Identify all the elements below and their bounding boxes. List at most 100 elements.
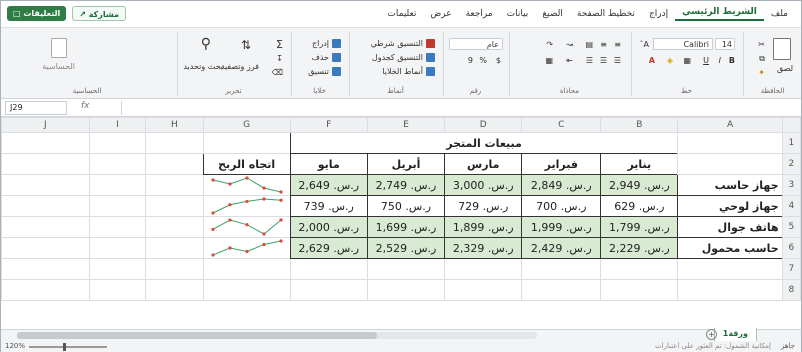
cell[interactable] bbox=[677, 258, 783, 280]
product-name[interactable]: حاسب محمول bbox=[677, 237, 783, 259]
cell[interactable] bbox=[677, 279, 783, 301]
cell[interactable] bbox=[1, 279, 90, 301]
cell[interactable] bbox=[521, 258, 602, 280]
cell[interactable] bbox=[1, 132, 90, 154]
column-header[interactable]: H bbox=[145, 117, 204, 133]
sales-cell[interactable]: ر.س. 2,529 bbox=[366, 237, 446, 259]
column-header[interactable]: I bbox=[88, 117, 147, 133]
cell[interactable] bbox=[88, 195, 147, 217]
add-sheet-icon[interactable]: + bbox=[706, 329, 717, 340]
grow-font-icon[interactable]: Aˆ bbox=[640, 40, 649, 49]
tab-insert[interactable]: إدراج bbox=[642, 9, 675, 19]
sales-cell[interactable]: ر.س. 2,000 bbox=[289, 216, 368, 238]
indent-icon[interactable]: ⇤ bbox=[566, 56, 573, 65]
cell[interactable] bbox=[88, 279, 147, 301]
cell[interactable] bbox=[677, 132, 783, 154]
tab-view[interactable]: عرض bbox=[423, 9, 458, 19]
fill-icon[interactable]: ↧ bbox=[276, 54, 283, 63]
find-select-button[interactable]: بحث وتحديد bbox=[183, 62, 223, 71]
cell[interactable] bbox=[289, 279, 368, 301]
column-header[interactable]: D bbox=[444, 117, 523, 133]
month-header[interactable]: مايو bbox=[289, 153, 368, 175]
sales-cell[interactable]: ر.س. 2,429 bbox=[521, 237, 602, 259]
zoom-slider-knob[interactable] bbox=[63, 343, 66, 351]
format-table-icon[interactable] bbox=[426, 53, 435, 62]
zoom-slider[interactable] bbox=[29, 346, 107, 348]
align-center-icon[interactable]: ☰ bbox=[600, 56, 607, 65]
paste-icon[interactable] bbox=[773, 38, 791, 60]
cell[interactable] bbox=[145, 279, 204, 301]
sales-cell[interactable]: ر.س. 2,229 bbox=[600, 237, 679, 259]
fx-icon[interactable]: fx bbox=[81, 101, 90, 111]
italic-icon[interactable]: I bbox=[719, 56, 721, 65]
sales-cell[interactable]: ر.س. 2,329 bbox=[444, 237, 523, 259]
cell[interactable] bbox=[145, 132, 204, 154]
cell[interactable] bbox=[1, 237, 90, 259]
row-header[interactable]: 3 bbox=[781, 174, 802, 196]
align-bottom-icon[interactable]: ▤ bbox=[585, 40, 593, 49]
cell[interactable] bbox=[677, 153, 783, 175]
column-header[interactable]: F bbox=[289, 117, 368, 133]
column-header[interactable]: E bbox=[366, 117, 446, 133]
wrap-text-icon[interactable]: ↷ bbox=[546, 40, 553, 49]
sales-cell[interactable]: ر.س. 2,629 bbox=[289, 237, 368, 259]
horizontal-scrollbar[interactable] bbox=[17, 332, 537, 339]
row-header[interactable]: 2 bbox=[781, 153, 802, 175]
format-painter-icon[interactable]: ✦ bbox=[758, 68, 765, 77]
sensitivity-icon[interactable] bbox=[51, 38, 67, 58]
autosum-icon[interactable]: Σ bbox=[276, 38, 283, 51]
cell[interactable] bbox=[88, 258, 147, 280]
borders-icon[interactable]: ▦ bbox=[683, 56, 691, 65]
tab-page-layout[interactable]: تخطيط الصفحة bbox=[570, 9, 642, 19]
cell[interactable] bbox=[1, 174, 90, 196]
row-header[interactable]: 8 bbox=[781, 279, 802, 301]
cell[interactable] bbox=[145, 237, 204, 259]
column-header[interactable]: C bbox=[521, 117, 602, 133]
cell[interactable] bbox=[202, 279, 291, 301]
sales-cell[interactable]: ر.س. 2,949 bbox=[600, 174, 679, 196]
sales-cell[interactable]: ر.س. 2,849 bbox=[521, 174, 602, 196]
sales-cell[interactable]: ر.س. 739 bbox=[289, 195, 368, 217]
sales-cell[interactable]: ر.س. 1,799 bbox=[600, 216, 679, 238]
row-header[interactable]: 1 bbox=[781, 132, 802, 154]
sparkline-cell[interactable] bbox=[202, 237, 291, 259]
percent-icon[interactable]: % bbox=[479, 56, 487, 65]
name-box[interactable]: J29 bbox=[5, 101, 67, 115]
cell[interactable] bbox=[145, 216, 204, 238]
cell[interactable] bbox=[88, 237, 147, 259]
cell[interactable] bbox=[289, 258, 368, 280]
row-header[interactable]: 6 bbox=[781, 237, 802, 259]
sales-cell[interactable]: ر.س. 700 bbox=[521, 195, 602, 217]
cut-icon[interactable]: ✂ bbox=[758, 40, 765, 49]
cell[interactable] bbox=[145, 153, 204, 175]
cell[interactable] bbox=[88, 216, 147, 238]
comma-icon[interactable]: 9 bbox=[468, 56, 473, 65]
column-header[interactable]: A bbox=[677, 117, 783, 133]
tab-review[interactable]: مراجعة bbox=[459, 9, 500, 19]
column-header[interactable]: G bbox=[202, 117, 291, 133]
cell-styles-icon[interactable] bbox=[426, 67, 435, 76]
delete-cells-icon[interactable] bbox=[332, 53, 341, 62]
sheet-tab[interactable]: ورقة1 bbox=[713, 328, 757, 342]
scrollbar-thumb[interactable] bbox=[17, 332, 377, 339]
clear-icon[interactable]: ⌫ bbox=[272, 68, 283, 77]
sales-cell[interactable]: ر.س. 2,649 bbox=[289, 174, 368, 196]
column-header[interactable]: J bbox=[1, 117, 90, 133]
format-cells-icon[interactable] bbox=[332, 67, 341, 76]
insert-cells-icon[interactable] bbox=[332, 39, 341, 48]
month-header[interactable]: يناير bbox=[600, 153, 679, 175]
sort-filter-icon[interactable]: ⇅ bbox=[241, 38, 251, 52]
month-header[interactable]: مارس bbox=[444, 153, 523, 175]
underline-icon[interactable]: U bbox=[703, 56, 709, 65]
zoom-level[interactable]: 120% bbox=[5, 342, 25, 350]
row-header[interactable]: 7 bbox=[781, 258, 802, 280]
sales-cell[interactable]: ر.س. 2,749 bbox=[366, 174, 446, 196]
cell-styles-button[interactable]: أنماط الخلايا bbox=[382, 67, 423, 76]
bold-icon[interactable]: B bbox=[729, 56, 735, 65]
tab-data[interactable]: بيانات bbox=[500, 9, 536, 19]
font-color-icon[interactable]: A bbox=[649, 56, 655, 65]
sales-cell[interactable]: ر.س. 3,000 bbox=[444, 174, 523, 196]
sales-cell[interactable]: ر.س. 1,999 bbox=[521, 216, 602, 238]
cell[interactable] bbox=[88, 174, 147, 196]
fill-color-icon[interactable]: ◈ bbox=[667, 56, 673, 65]
